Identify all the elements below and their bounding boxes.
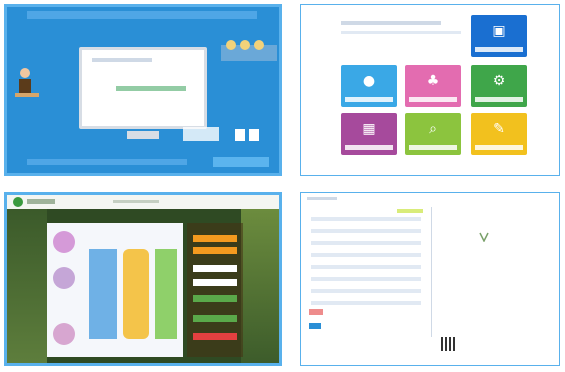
username-input[interactable] bbox=[193, 265, 237, 272]
panel-login bbox=[4, 192, 282, 366]
panel-list bbox=[300, 192, 560, 366]
callout-note bbox=[183, 127, 219, 141]
dashboard-subheading bbox=[341, 31, 461, 34]
documents-icon bbox=[233, 127, 263, 143]
microphone-icon: ● bbox=[362, 73, 376, 89]
monitor-stand bbox=[127, 131, 159, 139]
secondary-button[interactable] bbox=[193, 315, 237, 322]
monitor-screen bbox=[79, 47, 207, 129]
register-button[interactable] bbox=[193, 247, 237, 254]
submit-button[interactable] bbox=[193, 295, 237, 302]
gears-icon: ⚙ bbox=[492, 73, 506, 89]
tile-tree[interactable]: ♣ bbox=[405, 65, 461, 107]
screen-line bbox=[92, 58, 152, 62]
list-breadcrumb bbox=[307, 197, 337, 200]
tile-gears[interactable]: ⚙ bbox=[471, 65, 527, 107]
site-name bbox=[27, 199, 55, 204]
people-group-icon bbox=[221, 39, 277, 61]
diagram-card bbox=[47, 223, 183, 357]
list-item[interactable] bbox=[311, 265, 421, 269]
panel-infographic bbox=[4, 4, 282, 176]
login-header-button[interactable] bbox=[193, 235, 237, 242]
tree-icon: ♣ bbox=[426, 73, 440, 89]
list-item[interactable] bbox=[311, 229, 421, 233]
search-icon: ⌕ bbox=[429, 121, 437, 137]
building-icon: ▣ bbox=[492, 23, 506, 39]
list-item[interactable] bbox=[311, 217, 421, 221]
tile-microphone[interactable]: ● bbox=[341, 65, 397, 107]
grid-icon: ▦ bbox=[362, 121, 376, 137]
cancel-button[interactable] bbox=[193, 333, 237, 340]
list-item[interactable] bbox=[311, 241, 421, 245]
qr-code-icon bbox=[441, 337, 455, 351]
error-marker bbox=[309, 309, 323, 315]
result-column bbox=[155, 249, 177, 339]
tile-building[interactable]: ▣ bbox=[471, 15, 527, 57]
people-icon bbox=[53, 231, 75, 253]
infographic-title-bar bbox=[27, 11, 257, 19]
pencil-icon: ✎ bbox=[493, 121, 505, 137]
people-icon bbox=[53, 323, 75, 345]
highlight-tag bbox=[397, 209, 423, 213]
tile-grid[interactable]: ▦ bbox=[341, 113, 397, 155]
emblem-icon bbox=[479, 227, 489, 243]
panel-dashboard: ▣ ● ♣ ⚙ ▦ ⌕ ✎ bbox=[300, 4, 560, 176]
forest-right bbox=[241, 209, 279, 363]
infographic-footer-bar bbox=[27, 159, 187, 165]
list-item[interactable] bbox=[311, 301, 421, 305]
nav-links bbox=[113, 200, 159, 203]
list-item[interactable] bbox=[311, 277, 421, 281]
column-divider bbox=[431, 207, 432, 337]
password-input[interactable] bbox=[193, 279, 237, 286]
site-header bbox=[7, 195, 279, 209]
tile-search[interactable]: ⌕ bbox=[405, 113, 461, 155]
forest-left bbox=[7, 209, 47, 363]
action-link[interactable] bbox=[309, 323, 321, 329]
list-item[interactable] bbox=[311, 253, 421, 257]
tile-pencil[interactable]: ✎ bbox=[471, 113, 527, 155]
list-item[interactable] bbox=[311, 289, 421, 293]
logo-icon bbox=[13, 197, 23, 207]
coin-column bbox=[123, 249, 149, 339]
login-form bbox=[187, 223, 243, 357]
people-icon bbox=[53, 267, 75, 289]
person-at-desk-icon bbox=[15, 65, 39, 103]
logo-strip bbox=[213, 157, 269, 167]
process-column bbox=[89, 249, 117, 339]
screen-highlight-line bbox=[116, 86, 186, 91]
dashboard-heading bbox=[341, 21, 441, 25]
